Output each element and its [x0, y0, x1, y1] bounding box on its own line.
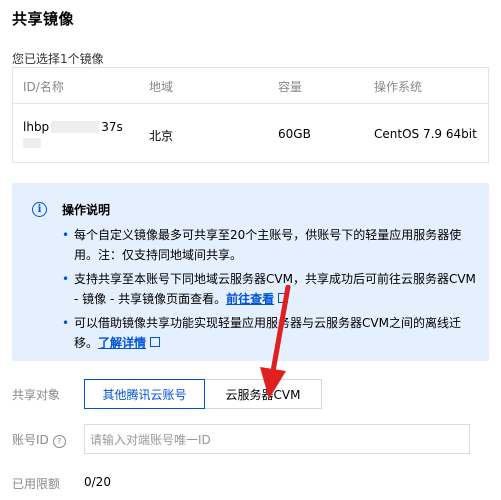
help-circle-icon[interactable]: ? — [52, 435, 66, 448]
account-id-label-group: 账号ID? — [12, 431, 66, 448]
info-circle-icon: i — [32, 202, 47, 217]
image-id-suffix: 37s — [101, 120, 123, 134]
bullet-dot: • — [62, 272, 70, 286]
arrow-head — [260, 367, 286, 399]
image-id-cell: lhbp 37s — [23, 120, 123, 134]
arrow-shaft — [269, 285, 291, 380]
table-header: ID/名称 地域 容量 操作系统 — [13, 68, 488, 104]
account-id-label: 账号ID — [12, 433, 49, 447]
red-arrow-annotation — [260, 285, 291, 399]
instruction-item-1: • 每个自定义镜像最多可共享至20个主账号，供账号下的轻量应用服务器使用。注：仅… — [62, 225, 482, 265]
selected-count-text: 您已选择1个镜像 — [12, 52, 104, 66]
bullet-dot: • — [62, 316, 70, 330]
capacity-cell: 60GB — [278, 127, 311, 141]
account-id-placeholder: 请输入对端账号唯一ID — [90, 432, 211, 447]
redacted-name-block — [23, 138, 41, 148]
dialog-title: 共享镜像 — [12, 10, 75, 28]
quota-label: 已用限额 — [12, 477, 61, 491]
redacted-block — [51, 121, 100, 133]
quota-value: 0/20 — [84, 475, 111, 489]
column-header-region: 地域 — [149, 80, 174, 94]
share-target-label: 共享对象 — [12, 388, 61, 402]
external-link-icon[interactable] — [150, 337, 161, 347]
column-header-capacity: 容量 — [278, 80, 303, 94]
image-id-prefix: lhbp — [23, 120, 50, 134]
learn-more-link[interactable]: 了解详情 — [98, 336, 146, 350]
bullet-dot: • — [62, 228, 70, 242]
image-table: ID/名称 地域 容量 操作系统 lhbp 37s 北京 60GB CentOS … — [12, 67, 489, 163]
column-header-id: ID/名称 — [23, 80, 64, 94]
os-cell: CentOS 7.9 64bit — [374, 127, 477, 141]
account-id-input[interactable]: 请输入对端账号唯一ID — [84, 424, 470, 454]
region-cell: 北京 — [149, 129, 174, 143]
instruction-text-1: 每个自定义镜像最多可共享至20个主账号，供账号下的轻量应用服务器使用。注：仅支持… — [74, 228, 462, 262]
column-header-os: 操作系统 — [374, 80, 423, 94]
option-tencent-account-button[interactable]: 其他腾讯云账号 — [84, 379, 205, 409]
instructions-title: 操作说明 — [62, 203, 111, 217]
